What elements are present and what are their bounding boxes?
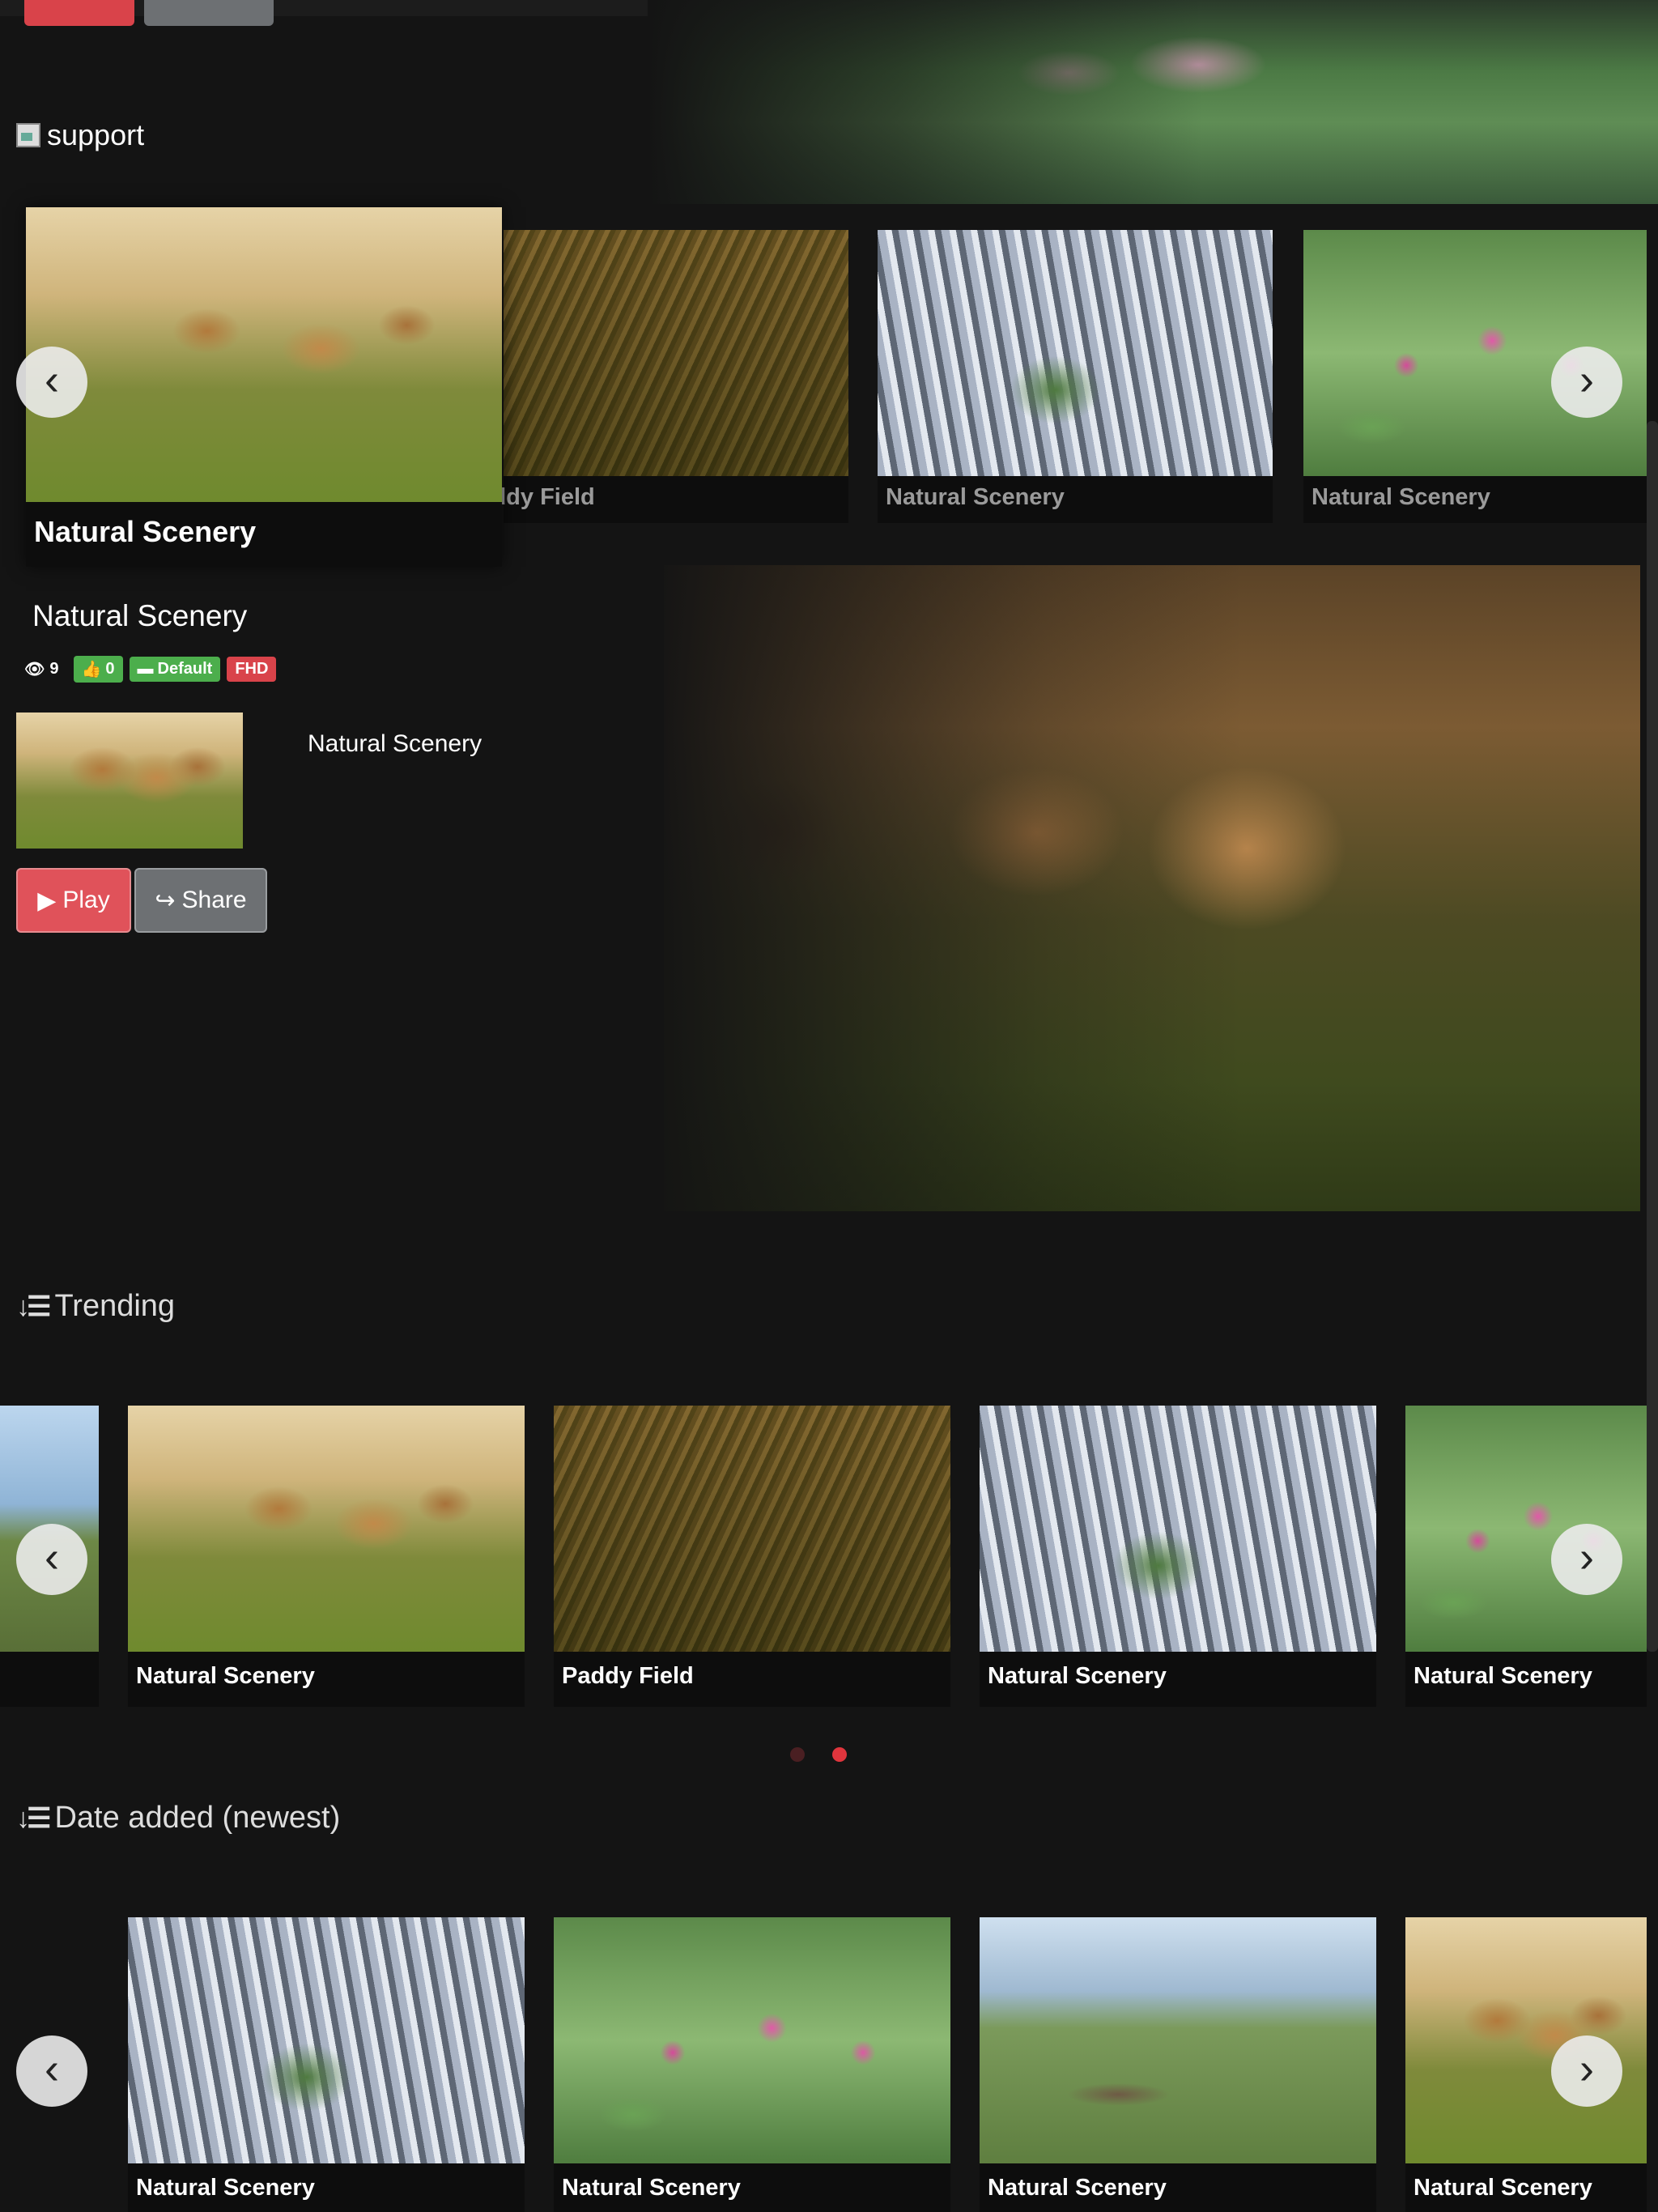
header-play-button[interactable] <box>24 0 134 26</box>
newest-image <box>1405 1917 1647 2163</box>
eye-icon: 👁 <box>24 661 45 678</box>
share-icon: ↪ <box>155 887 176 914</box>
video-thumbnail[interactable] <box>16 713 243 849</box>
trending-heading: ↓☰ Trending <box>16 1289 176 1323</box>
carousel-image <box>26 207 502 502</box>
video-title: Natural Scenery <box>32 599 248 632</box>
broken-image-icon <box>16 123 40 147</box>
hero-fade <box>648 565 1640 1211</box>
trending-image <box>554 1406 950 1652</box>
newest-heading: ↓☰ Date added (newest) <box>16 1801 341 1835</box>
newest-image <box>980 1917 1376 2163</box>
carousel-caption: Natural Scenery <box>886 484 1065 510</box>
quality-badge: FHD <box>227 657 277 682</box>
trending-item[interactable]: Natural Scenery <box>980 1406 1376 1707</box>
chevron-left-icon: ‹ <box>45 2044 59 2093</box>
newest-prev-button[interactable]: ‹ <box>16 2035 87 2107</box>
header-share-button[interactable] <box>144 0 274 26</box>
view-count: 👁 9 <box>24 660 59 678</box>
carousel-caption: Natural Scenery <box>1312 484 1490 510</box>
carousel-image <box>504 230 848 476</box>
pagination-dot-2-active[interactable] <box>832 1747 847 1762</box>
newest-caption: Natural Scenery <box>562 2175 741 2201</box>
trending-caption: Natural Scenery <box>988 1663 1167 1689</box>
carousel-caption: Natural Scenery <box>34 515 257 548</box>
section-heading-support: support <box>16 118 144 152</box>
share-button[interactable]: ↪ Share <box>134 868 267 933</box>
newest-caption: Natural Scenery <box>988 2175 1167 2201</box>
trending-image <box>980 1406 1376 1652</box>
play-icon: ▶ <box>37 887 57 914</box>
section-label: support <box>47 118 145 151</box>
newest-caption: Natural Scenery <box>1414 2175 1592 2201</box>
pagination-dot-1[interactable] <box>790 1747 805 1762</box>
carousel-item-active[interactable]: Natural Scenery <box>26 207 502 567</box>
chevron-right-icon: › <box>1579 2044 1594 2093</box>
video-meta: 👁 9 👍 0 ▬ Default FHD <box>24 656 277 683</box>
trending-next-button[interactable]: › <box>1551 1524 1622 1595</box>
trending-caption: Natural Scenery <box>1414 1663 1592 1689</box>
carousel-item-2[interactable]: Natural Scenery <box>878 230 1273 523</box>
carousel-image <box>878 230 1273 476</box>
category-badge[interactable]: ▬ Default <box>129 657 221 682</box>
trending-image <box>128 1406 525 1652</box>
chevron-left-icon: ‹ <box>45 355 59 404</box>
newest-item[interactable]: Natural Scenery <box>980 1917 1376 2212</box>
trending-caption: Natural Scenery <box>136 1663 315 1689</box>
sort-icon: ↓☰ <box>16 1802 52 1834</box>
trending-prev-button[interactable]: ‹ <box>16 1524 87 1595</box>
chevron-right-icon: › <box>1579 355 1594 404</box>
newest-item[interactable]: Natural Scenery <box>554 1917 950 2212</box>
newest-image <box>554 1917 950 2163</box>
banner-fade <box>648 0 1658 204</box>
trending-image <box>1405 1406 1647 1652</box>
page-scrollbar[interactable] <box>1647 421 1658 1652</box>
sort-icon: ↓☰ <box>16 1291 52 1322</box>
carousel-next-button[interactable]: › <box>1551 347 1622 418</box>
trending-item[interactable]: Natural Scenery <box>128 1406 525 1707</box>
newest-image <box>128 1917 525 2163</box>
like-badge[interactable]: 👍 0 <box>73 656 123 683</box>
thumbnail-title: Natural Scenery <box>308 730 483 757</box>
chevron-left-icon: ‹ <box>45 1533 59 1581</box>
chevron-right-icon: › <box>1579 1533 1594 1581</box>
newest-caption: Natural Scenery <box>136 2175 315 2201</box>
carousel-item-1[interactable]: Paddy Field <box>463 230 848 523</box>
trending-caption: Paddy Field <box>562 1663 694 1689</box>
newest-item[interactable]: Natural Scenery <box>128 1917 525 2212</box>
play-button[interactable]: ▶ Play <box>16 868 131 933</box>
trending-item[interactable]: Paddy Field <box>554 1406 950 1707</box>
newest-next-button[interactable]: › <box>1551 2035 1622 2107</box>
thumbs-up-icon: 👍 <box>81 661 102 678</box>
folder-icon: ▬ <box>137 660 154 678</box>
carousel-prev-button[interactable]: ‹ <box>16 347 87 418</box>
